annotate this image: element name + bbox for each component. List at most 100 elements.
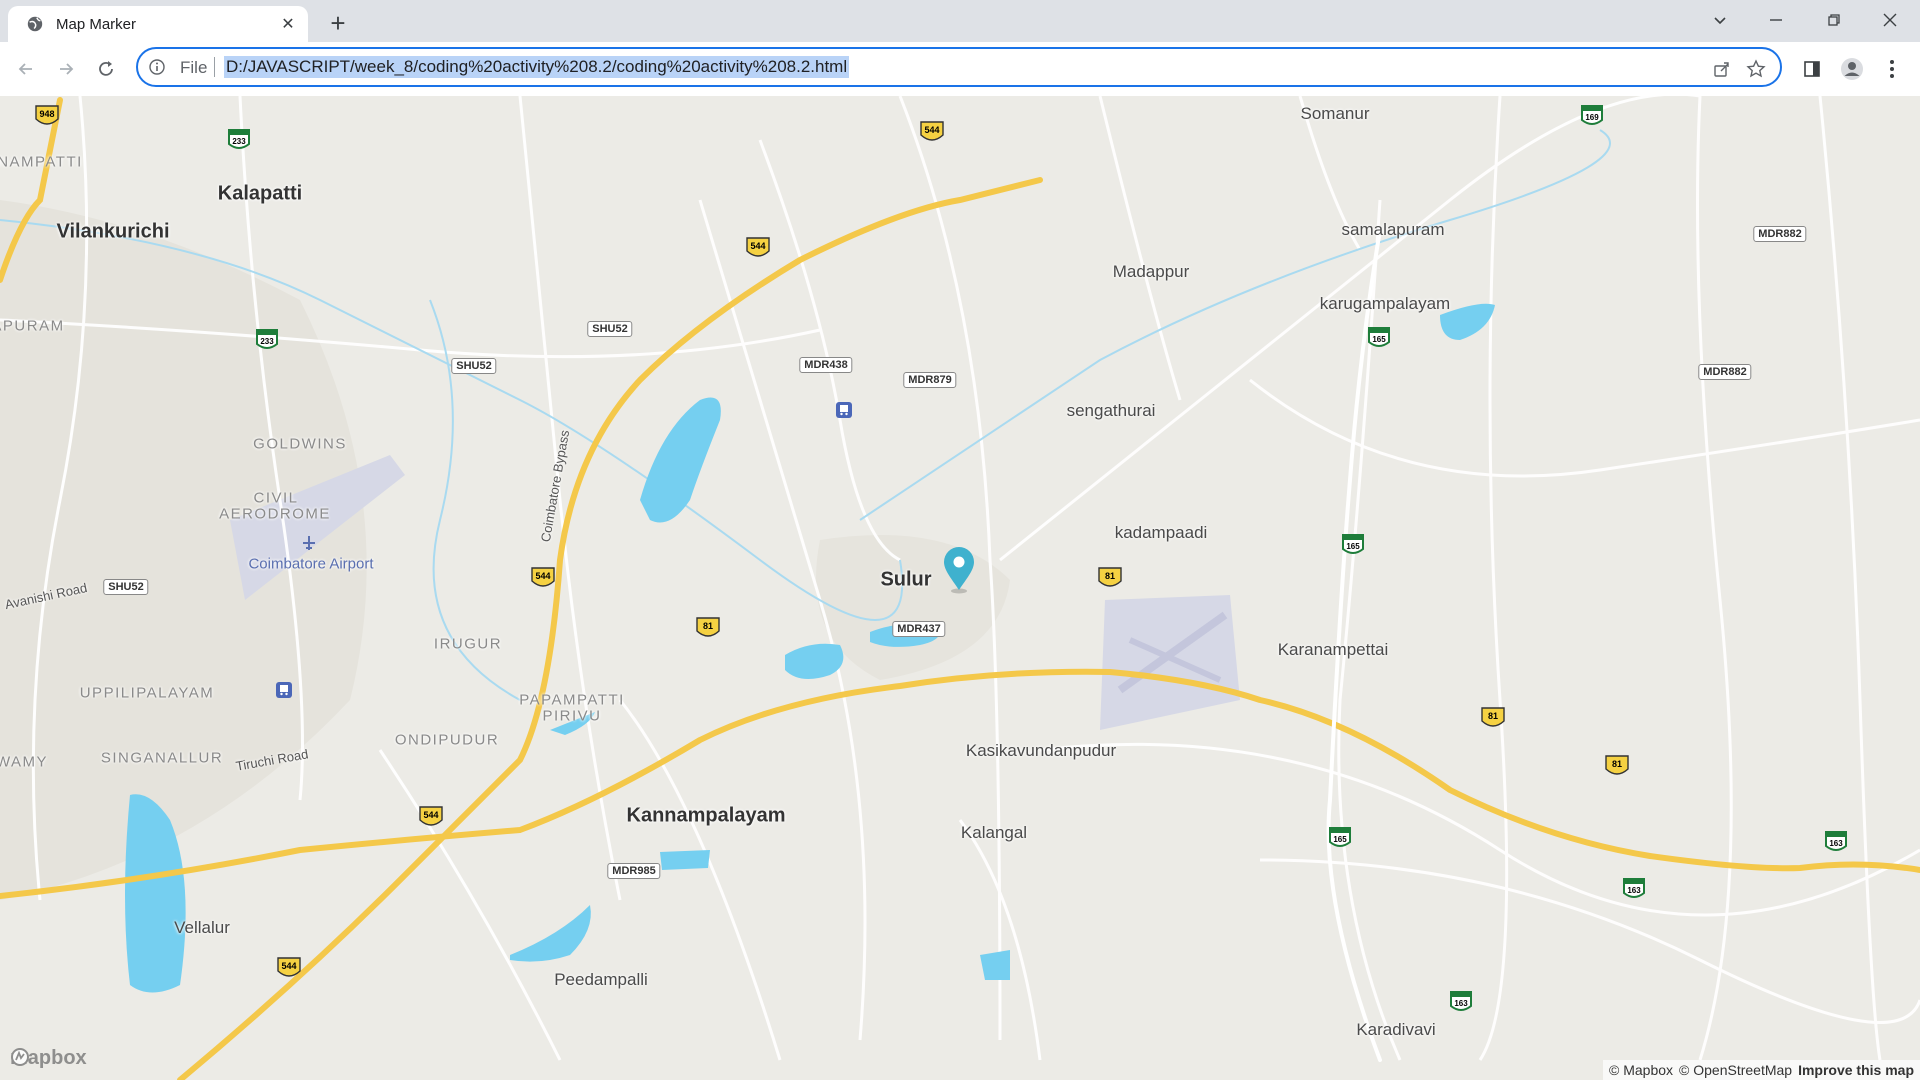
highway-shield-icon: 81	[696, 617, 720, 637]
place-label: Karanampettai	[1277, 640, 1389, 659]
state-shield-icon: 165	[1342, 534, 1364, 554]
attribution-mapbox-link[interactable]: © Mapbox	[1609, 1062, 1673, 1078]
place-label: sengathurai	[1066, 401, 1156, 420]
place-label: IRUGUR	[433, 635, 503, 653]
shield-text: 544	[750, 241, 765, 251]
highway-shield-icon: 948	[35, 105, 59, 125]
lake-sulur-west	[785, 643, 844, 679]
shield-text: 544	[423, 810, 438, 820]
lake-1	[640, 397, 721, 523]
state-shield-icon: 165	[1329, 827, 1351, 847]
forward-icon[interactable]	[50, 53, 82, 85]
road-number-label: SHU52	[451, 358, 497, 374]
shield-text: 948	[39, 109, 54, 119]
place-label: APURAM	[0, 317, 65, 335]
place-label: WAMY	[0, 753, 49, 771]
address-divider	[214, 57, 215, 77]
tab-search-icon[interactable]	[1700, 4, 1740, 36]
shield-text: 163	[1627, 886, 1641, 895]
info-icon[interactable]	[148, 58, 166, 76]
shield-text: 233	[260, 337, 274, 346]
place-label: Karadivavi	[1356, 1020, 1436, 1039]
side-panel-icon[interactable]	[1798, 55, 1826, 83]
mapbox-logo[interactable]: mapbox	[10, 1047, 87, 1070]
highway-shield-icon: 544	[277, 957, 301, 977]
shield-text: 163	[1829, 839, 1843, 848]
road-number-label: MDR882	[1753, 226, 1807, 242]
place-label: karugampalayam	[1319, 294, 1451, 313]
mapbox-logo-icon	[11, 1048, 29, 1066]
highway-shield-icon: 544	[746, 237, 770, 257]
state-shield-icon: 169	[1581, 105, 1603, 125]
address-bar[interactable]: File D:/JAVASCRIPT/week_8/coding%20activ…	[136, 47, 1782, 87]
place-label: Vellalur	[174, 918, 230, 937]
tab-map-marker[interactable]: Map Marker ✕	[8, 6, 308, 42]
road-number-label: MDR879	[903, 372, 957, 388]
lake-2	[510, 905, 591, 962]
place-label: NAMPATTI	[0, 153, 83, 171]
highway-shield-icon: 81	[1481, 707, 1505, 727]
place-label: ONDIPUDUR	[394, 731, 500, 749]
place-label: GOLDWINS	[253, 435, 347, 453]
place-label: kadampaadi	[1114, 523, 1208, 542]
place-label: Vilankurichi	[56, 220, 170, 243]
state-shield-icon: 165	[1368, 327, 1390, 347]
lake-kalangal	[980, 950, 1010, 980]
shield-text: 165	[1346, 542, 1360, 551]
minimize-icon[interactable]	[1756, 4, 1796, 36]
place-label: samalapuram	[1341, 220, 1445, 239]
road-number-label: MDR985	[607, 863, 661, 879]
shield-text: 169	[1585, 113, 1599, 122]
shield-text: 544	[281, 961, 296, 971]
highway-shield-icon: 544	[531, 567, 555, 587]
highway-shield-icon: 81	[1098, 567, 1122, 587]
close-tab-icon[interactable]: ✕	[274, 10, 302, 38]
new-tab-button[interactable]: +	[324, 8, 352, 38]
state-shield-icon: 163	[1825, 831, 1847, 851]
place-label: SINGANALLUR	[100, 749, 224, 767]
map-marker-pin-icon[interactable]	[941, 546, 977, 594]
place-label: Coimbatore Airport	[248, 555, 374, 573]
place-label: Sulur	[880, 568, 932, 591]
state-shield-icon: 163	[1450, 991, 1472, 1011]
url-text[interactable]: D:/JAVASCRIPT/week_8/coding%20activity%2…	[224, 56, 850, 78]
railway-station-icon	[276, 682, 292, 698]
place-label: AERODROME	[219, 505, 331, 523]
tab-title: Map Marker	[56, 15, 137, 33]
state-shield-icon: 233	[256, 329, 278, 349]
place-label: Kalapatti	[217, 182, 303, 205]
share-icon[interactable]	[1710, 57, 1734, 81]
place-label: CIVIL	[253, 489, 299, 507]
highway-shield-icon: 544	[920, 121, 944, 141]
close-window-icon[interactable]	[1870, 4, 1910, 36]
shield-text: 81	[703, 621, 713, 631]
road-number-label: SHU52	[103, 579, 149, 595]
road-number-label: MDR437	[892, 621, 946, 637]
shield-text: 81	[1105, 571, 1115, 581]
back-icon[interactable]	[10, 53, 42, 85]
railway-station-icon	[836, 402, 852, 418]
place-label: PAPAMPATTI	[519, 691, 625, 709]
road-number-label: SHU52	[587, 321, 633, 337]
browser-toolbar: File D:/JAVASCRIPT/week_8/coding%20activ…	[0, 42, 1920, 97]
shield-text: 165	[1372, 335, 1386, 344]
shield-text: 165	[1333, 835, 1347, 844]
scheme-label: File	[180, 58, 208, 77]
place-label: Kannampalayam	[626, 804, 786, 827]
restore-icon[interactable]	[1814, 4, 1854, 36]
bookmark-star-icon[interactable]	[1744, 57, 1768, 81]
place-label: Kasikavundanpudur	[965, 741, 1117, 760]
reload-icon[interactable]	[90, 53, 122, 85]
road-number-label: MDR882	[1698, 364, 1752, 380]
browser-chrome: Map Marker ✕ + File D:/JAVASCRIPT/week_8…	[0, 0, 1920, 97]
globe-icon	[27, 16, 43, 32]
attribution-osm-link[interactable]: © OpenStreetMap	[1679, 1062, 1792, 1078]
lake-3	[660, 850, 710, 870]
menu-kebab-icon[interactable]	[1878, 55, 1906, 83]
profile-avatar-icon[interactable]	[1838, 55, 1866, 83]
map-canvas[interactable]: Somanur Kalapatti Vilankurichi NAMPATTI …	[0, 96, 1920, 1080]
shield-text: 233	[232, 137, 246, 146]
improve-map-link[interactable]: Improve this map	[1798, 1062, 1914, 1078]
state-shield-icon: 233	[228, 129, 250, 149]
shield-text: 81	[1488, 711, 1498, 721]
